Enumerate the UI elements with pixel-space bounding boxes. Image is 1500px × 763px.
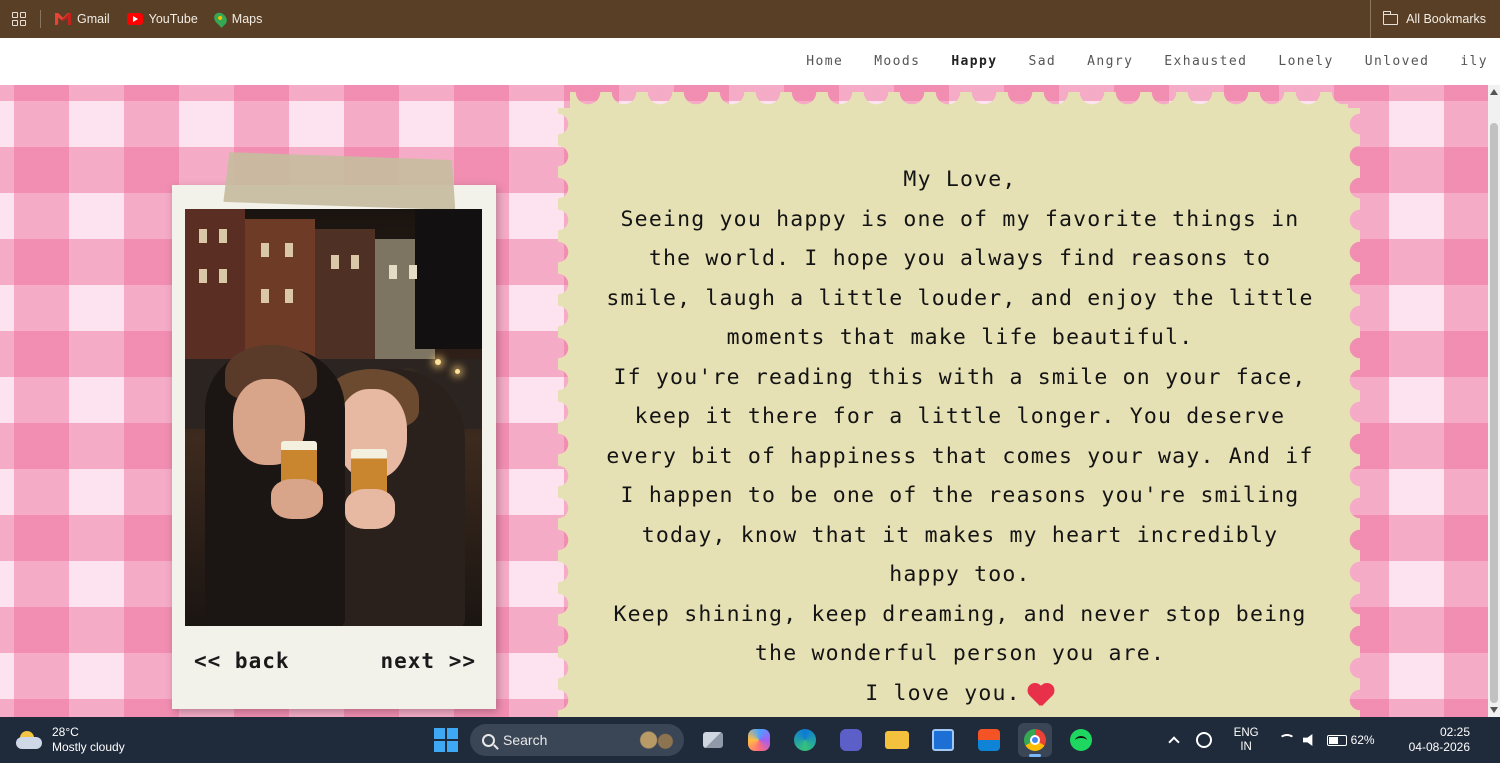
nav-link-happy[interactable]: Happy bbox=[951, 54, 997, 69]
youtube-icon bbox=[126, 13, 143, 25]
bookmarks-divider bbox=[40, 10, 41, 28]
next-button[interactable]: next >> bbox=[380, 649, 476, 673]
letter-text: My Love, Seeing you happy is one of my f… bbox=[600, 160, 1320, 713]
scroll-down-arrow-icon[interactable] bbox=[1490, 707, 1498, 713]
nav-link-angry[interactable]: Angry bbox=[1087, 54, 1133, 69]
lang-code: ENG bbox=[1233, 727, 1259, 739]
chevron-up-icon[interactable] bbox=[1167, 736, 1180, 748]
maps-icon bbox=[211, 10, 230, 28]
scrollbar-thumb[interactable] bbox=[1490, 123, 1498, 703]
search-icon bbox=[482, 733, 495, 747]
task-view-button[interactable] bbox=[696, 723, 730, 757]
page-scrollbar[interactable] bbox=[1488, 85, 1500, 717]
couple-photo bbox=[185, 209, 482, 626]
photo-nav: << back next >> bbox=[172, 649, 496, 673]
bookmarks-bar: Gmail YouTube Maps All Bookmarks bbox=[0, 0, 1500, 38]
letter-scalloped-edge bbox=[558, 108, 574, 728]
site-nav: Home Moods Happy Sad Angry Exhausted Lon… bbox=[0, 38, 1500, 85]
taskbar-apps: Search bbox=[434, 723, 1098, 757]
vpn-icon[interactable] bbox=[1195, 732, 1212, 748]
apps-grid-icon[interactable] bbox=[12, 12, 26, 26]
all-bookmarks-label: All Bookmarks bbox=[1406, 12, 1486, 26]
bookmark-label: Maps bbox=[231, 12, 263, 26]
bookmark-maps[interactable]: Maps bbox=[211, 10, 263, 28]
letter-paragraph: Seeing you happy is one of my favorite t… bbox=[606, 206, 1314, 351]
file-explorer-button[interactable] bbox=[880, 723, 914, 757]
taskbar-search[interactable]: Search bbox=[470, 724, 684, 756]
nav-link-home[interactable]: Home bbox=[806, 54, 843, 69]
store-icon bbox=[978, 729, 1000, 751]
bookmark-youtube[interactable]: YouTube bbox=[126, 12, 198, 26]
nav-link-unloved[interactable]: Unloved bbox=[1365, 54, 1430, 69]
weather-temp: 28°C bbox=[52, 725, 79, 739]
bookmark-label: Gmail bbox=[77, 12, 110, 26]
chrome-icon bbox=[1024, 729, 1046, 751]
weather-widget[interactable]: 28°C Mostly cloudy bbox=[16, 725, 125, 755]
letter-closing: I love you. bbox=[600, 674, 1320, 714]
remote-desktop-icon bbox=[932, 729, 954, 751]
all-bookmarks-button[interactable]: All Bookmarks bbox=[1370, 0, 1486, 38]
nav-link-lonely[interactable]: Lonely bbox=[1278, 54, 1333, 69]
nav-link-exhausted[interactable]: Exhausted bbox=[1164, 54, 1247, 69]
weather-desc: Mostly cloudy bbox=[52, 740, 125, 754]
letter-greeting: My Love, bbox=[903, 167, 1017, 192]
system-tray: ENG IN 62% 02:25 04-08-2026 bbox=[1167, 717, 1500, 763]
letter-scalloped-edge bbox=[1344, 108, 1360, 728]
edge-icon bbox=[794, 729, 816, 751]
copilot-icon bbox=[748, 729, 770, 751]
spotify-icon bbox=[1070, 729, 1092, 751]
clock-date: 04-08-2026 bbox=[1408, 740, 1470, 754]
back-button[interactable]: << back bbox=[194, 649, 290, 673]
nav-link-ily[interactable]: ily bbox=[1460, 54, 1488, 69]
wifi-icon[interactable] bbox=[1278, 734, 1295, 746]
language-indicator[interactable]: ENG IN bbox=[1234, 726, 1259, 754]
partly-cloudy-icon bbox=[16, 731, 44, 749]
letter-scalloped-edge bbox=[570, 92, 1348, 112]
letter-closing-text: I love you. bbox=[865, 680, 1021, 706]
windows-taskbar: 28°C Mostly cloudy Search ENG IN 62% 02:… bbox=[0, 717, 1500, 763]
washi-tape bbox=[223, 152, 456, 210]
spotify-button[interactable] bbox=[1064, 723, 1098, 757]
nav-link-moods[interactable]: Moods bbox=[874, 54, 920, 69]
chrome-button[interactable] bbox=[1018, 723, 1052, 757]
letter-paragraph: If you're reading this with a smile on y… bbox=[606, 364, 1314, 588]
store-button[interactable] bbox=[972, 723, 1006, 757]
heart-icon bbox=[1027, 682, 1055, 706]
copilot-button[interactable] bbox=[742, 723, 776, 757]
folder-icon bbox=[1382, 10, 1399, 25]
remote-desktop-button[interactable] bbox=[926, 723, 960, 757]
clock-time: 02:25 bbox=[1439, 725, 1470, 739]
gmail-icon bbox=[55, 13, 71, 25]
search-highlight-icon bbox=[636, 727, 678, 753]
bookmark-gmail[interactable]: Gmail bbox=[55, 12, 110, 26]
bookmark-label: YouTube bbox=[148, 12, 198, 26]
windows-start-icon[interactable] bbox=[434, 728, 458, 752]
folder-icon bbox=[885, 731, 909, 749]
battery-icon[interactable] bbox=[1326, 734, 1347, 746]
scroll-up-arrow-icon[interactable] bbox=[1490, 89, 1498, 95]
lang-region: IN bbox=[1240, 741, 1252, 753]
task-view-icon bbox=[703, 732, 723, 748]
polaroid-card: << back next >> bbox=[172, 185, 496, 709]
volume-icon[interactable] bbox=[1302, 734, 1313, 746]
teams-icon bbox=[840, 729, 862, 751]
clock[interactable]: 02:25 04-08-2026 bbox=[1409, 725, 1470, 755]
battery-percent: 62% bbox=[1350, 733, 1375, 747]
teams-button[interactable] bbox=[834, 723, 868, 757]
search-placeholder: Search bbox=[503, 732, 548, 748]
edge-button[interactable] bbox=[788, 723, 822, 757]
letter-paragraph: Keep shining, keep dreaming, and never s… bbox=[613, 601, 1307, 667]
nav-link-sad[interactable]: Sad bbox=[1028, 54, 1056, 69]
